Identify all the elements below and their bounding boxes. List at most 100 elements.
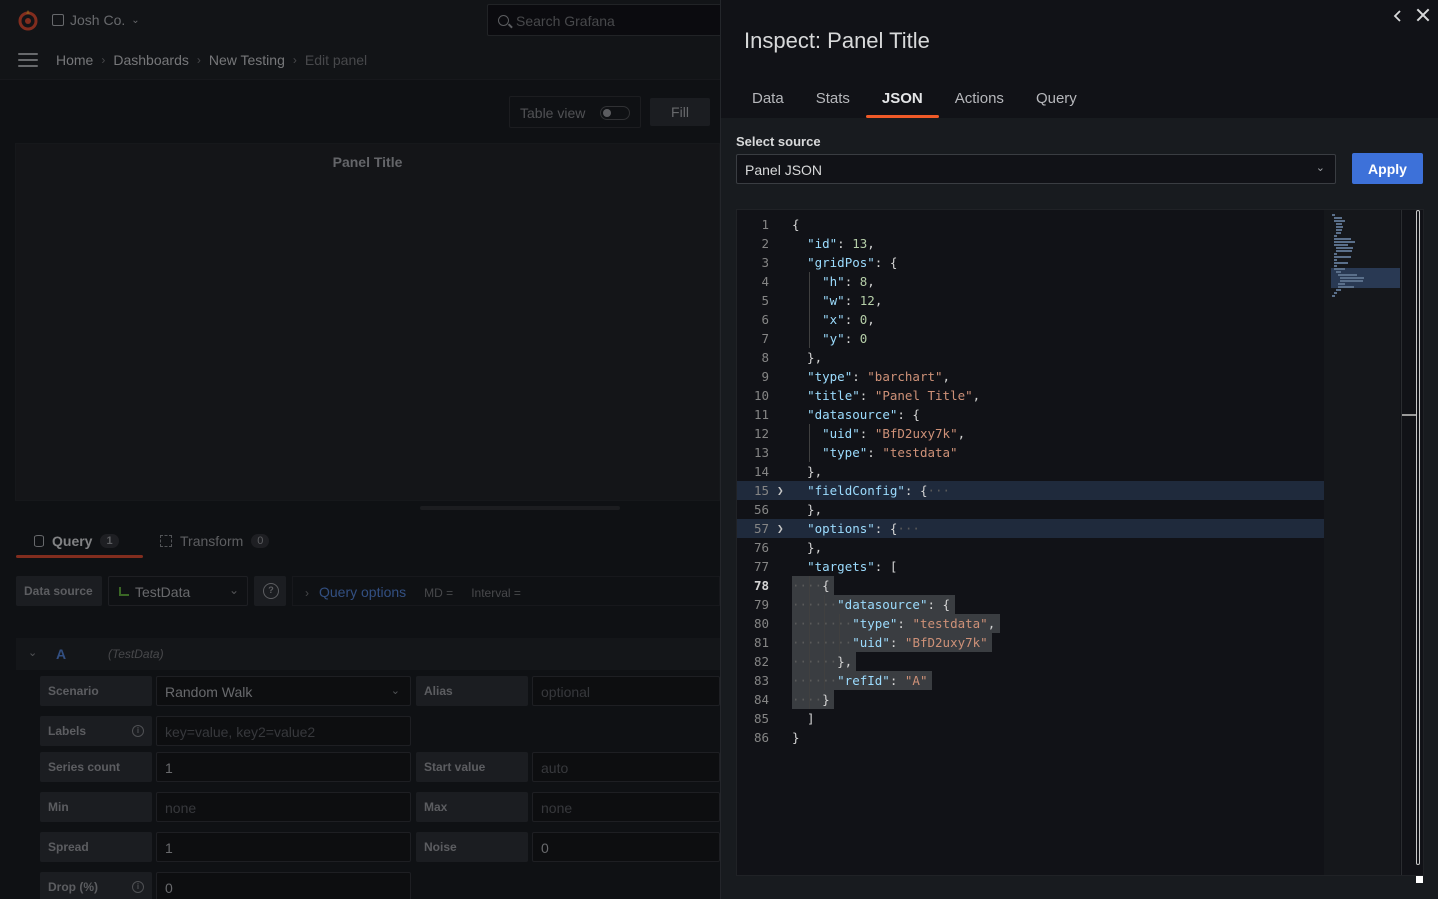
editor-scrollbar[interactable]	[1401, 210, 1425, 875]
code-line[interactable]: 7 "y": 0	[737, 329, 1324, 348]
code-text: "y": 0	[822, 331, 868, 346]
line-number: 77	[753, 559, 769, 574]
code-text: ····{	[792, 578, 830, 593]
code-line[interactable]: 6 "x": 0,	[737, 310, 1324, 329]
inspect-tabs: Data Stats JSON Actions Query	[736, 80, 1093, 118]
line-number: 3	[761, 255, 769, 270]
line-number: 7	[761, 331, 769, 346]
code-line[interactable]: 4 "h": 8,	[737, 272, 1324, 291]
minimap-line	[1338, 274, 1357, 276]
minimap-line	[1336, 226, 1344, 228]
tab-query[interactable]: Query	[1020, 80, 1093, 118]
line-number: 56	[753, 502, 769, 517]
code-text: ········"type": "testdata",	[792, 616, 996, 631]
code-text: ······"datasource": {	[792, 597, 951, 612]
code-text: "datasource": {	[807, 407, 920, 422]
select-source-label: Select source	[736, 134, 821, 149]
code-line[interactable]: 3 "gridPos": {	[737, 253, 1324, 272]
minimap-line	[1336, 247, 1354, 249]
code-line[interactable]: 8 },	[737, 348, 1324, 367]
code-line[interactable]: 82 ······},	[737, 652, 1324, 671]
code-line[interactable]: 78 ····{	[737, 576, 1324, 595]
code-line[interactable]: 84 ····}	[737, 690, 1324, 709]
code-line[interactable]: 13 "type": "testdata"	[737, 443, 1324, 462]
scrollbar-marker	[1402, 414, 1416, 416]
minimap-line	[1334, 220, 1345, 222]
tab-actions[interactable]: Actions	[939, 80, 1020, 118]
code-text: "options": {···	[807, 521, 920, 536]
apply-button[interactable]: Apply	[1352, 153, 1423, 184]
line-number: 14	[753, 464, 769, 479]
code-line[interactable]: 76 },	[737, 538, 1324, 557]
line-number: 57	[753, 521, 769, 536]
minimap-line	[1334, 217, 1343, 219]
line-number: 10	[753, 388, 769, 403]
code-text: },	[792, 350, 823, 365]
fold-chevron-icon[interactable]: ❯	[777, 481, 787, 500]
code-line[interactable]: 83 ······"refId": "A"	[737, 671, 1324, 690]
code-line[interactable]: 10 "title": "Panel Title",	[737, 386, 1324, 405]
inspect-title: Inspect: Panel Title	[744, 28, 930, 53]
line-number: 6	[761, 312, 769, 327]
line-number: 86	[753, 730, 769, 745]
code-text: "id": 13,	[807, 236, 875, 251]
tab-json[interactable]: JSON	[865, 80, 939, 118]
code-line[interactable]: 79 ······"datasource": {	[737, 595, 1324, 614]
code-line[interactable]: 14 },	[737, 462, 1324, 481]
inspect-header: Inspect: Panel Title Data Stats JSON Act…	[721, 0, 1438, 118]
line-number: 11	[753, 407, 769, 422]
code-line[interactable]: 81 ········"uid": "BfD2uxy7k"	[737, 633, 1324, 652]
line-number: 8	[761, 350, 769, 365]
scrollbar-thumb[interactable]	[1416, 210, 1420, 865]
code-text: "x": 0,	[822, 312, 875, 327]
line-number: 2	[761, 236, 769, 251]
tab-stats[interactable]: Stats	[800, 80, 866, 118]
minimap-line	[1334, 241, 1355, 243]
code-text: }	[792, 730, 800, 745]
code-text: "type": "barchart",	[807, 369, 951, 384]
code-text: },	[792, 540, 823, 555]
minimap-line	[1340, 280, 1364, 282]
code-line[interactable]: 1{	[737, 215, 1324, 234]
code-text: {	[792, 217, 800, 232]
json-code-editor[interactable]: 1{2 "id": 13, 3 "gridPos": {4 "h": 8, 5 "w…	[736, 209, 1424, 876]
code-line[interactable]: 85 ]	[737, 709, 1324, 728]
select-source-value: Panel JSON	[745, 162, 823, 178]
code-text: "fieldConfig": {···	[807, 483, 951, 498]
line-number: 83	[753, 673, 769, 688]
code-text: ······},	[792, 654, 853, 669]
line-number: 1	[761, 217, 769, 232]
resize-handle[interactable]	[1416, 876, 1423, 883]
code-line[interactable]: 57 ❯ "options": {···	[737, 519, 1324, 538]
code-line[interactable]: 86}	[737, 728, 1324, 747]
code-line[interactable]: 2 "id": 13,	[737, 234, 1324, 253]
code-line[interactable]: 80 ········"type": "testdata",	[737, 614, 1324, 633]
collapse-left-icon[interactable]	[1390, 7, 1406, 25]
minimap-line	[1334, 256, 1352, 258]
minimap-line	[1334, 235, 1337, 237]
tab-data[interactable]: Data	[736, 80, 800, 118]
minimap-line	[1334, 262, 1348, 264]
line-number: 12	[753, 426, 769, 441]
minimap-line	[1336, 223, 1343, 225]
code-line[interactable]: 11 "datasource": {	[737, 405, 1324, 424]
editor-minimap[interactable]	[1324, 210, 1400, 875]
code-lines[interactable]: 1{2 "id": 13, 3 "gridPos": {4 "h": 8, 5 "w…	[737, 215, 1324, 747]
code-line[interactable]: 56 },	[737, 500, 1324, 519]
code-text: "w": 12,	[822, 293, 883, 308]
minimap-line	[1334, 253, 1337, 255]
minimap-line	[1334, 265, 1337, 267]
select-source-dropdown[interactable]: Panel JSON ⌄	[736, 154, 1336, 184]
drawer-backdrop[interactable]	[0, 0, 720, 899]
fold-chevron-icon[interactable]: ❯	[777, 519, 787, 538]
line-number: 4	[761, 274, 769, 289]
code-line[interactable]: 12 "uid": "BfD2uxy7k",	[737, 424, 1324, 443]
code-text: ········"uid": "BfD2uxy7k"	[792, 635, 988, 650]
code-line[interactable]: 5 "w": 12,	[737, 291, 1324, 310]
code-line[interactable]: 9 "type": "barchart",	[737, 367, 1324, 386]
code-line[interactable]: 15 ❯ "fieldConfig": {···	[737, 481, 1324, 500]
code-line[interactable]: 77 "targets": [	[737, 557, 1324, 576]
close-icon[interactable]	[1413, 5, 1433, 25]
minimap-line	[1338, 283, 1346, 285]
line-number: 84	[753, 692, 769, 707]
